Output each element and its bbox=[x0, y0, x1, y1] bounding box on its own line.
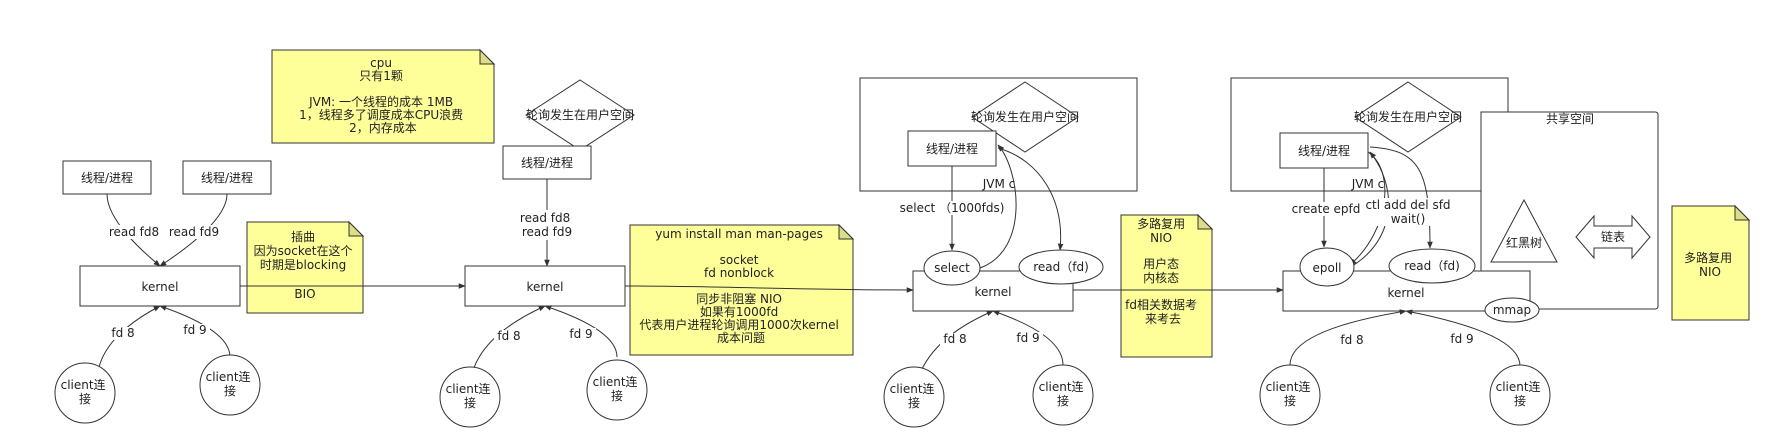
poll-diamond: 轮询发生在用户空间 bbox=[525, 79, 635, 151]
client-a[interactable]: client连 接 bbox=[439, 366, 501, 428]
read-label-b: read fd9 bbox=[169, 225, 219, 239]
stage3-select: JVM c 轮询发生在用户空间 线程/进程 kernel select （100… bbox=[859, 77, 1284, 428]
fd-label-b: fd 9 bbox=[569, 327, 592, 341]
wait-label: wait() bbox=[1391, 212, 1426, 226]
select-node[interactable]: select bbox=[923, 250, 981, 286]
fd-label-a: fd 8 bbox=[943, 332, 966, 346]
ctl-label: ctl add del sfd bbox=[1365, 198, 1450, 212]
thread-label: 线程/进程 bbox=[81, 170, 133, 185]
kernel-label: kernel bbox=[142, 280, 179, 294]
thread-label: 线程/进程 bbox=[1298, 143, 1350, 158]
multiplex-note: 多路复用 NIO 用户态 内核态 fd相关数据考 来考去 bbox=[1120, 213, 1214, 358]
cpu-note-line: 2，内存成本 bbox=[349, 121, 417, 135]
kernel-label: kernel bbox=[1388, 286, 1425, 300]
client-b[interactable]: client连 接 bbox=[199, 354, 261, 416]
poll-label: 轮询发生在用户空间 bbox=[1354, 109, 1462, 124]
fd-label-b: fd 9 bbox=[1450, 332, 1473, 346]
read-label: read（fd) bbox=[1033, 260, 1089, 274]
mmap-node: mmap bbox=[1484, 297, 1540, 323]
client-a[interactable]: client连 接 bbox=[883, 366, 945, 428]
kernel-label: kernel bbox=[975, 285, 1012, 299]
epoll-label: epoll bbox=[1312, 261, 1341, 275]
client-a[interactable]: client连 接 bbox=[1259, 364, 1321, 426]
thread-label: 线程/进程 bbox=[926, 141, 978, 156]
shared-space-title: 共享空间 bbox=[1546, 111, 1594, 126]
client-b[interactable]: client连 接 bbox=[586, 359, 648, 421]
nio-note: yum install man man-pages socket fd nonb… bbox=[629, 223, 855, 356]
kernel-label: kernel bbox=[527, 280, 564, 294]
select-call-label: select （1000fds) bbox=[900, 201, 1005, 215]
thread-label: 线程/进程 bbox=[521, 155, 573, 170]
client-b[interactable]: client连 接 bbox=[1489, 364, 1551, 426]
thread-label: 线程/进程 bbox=[201, 170, 253, 185]
read-label-a: read fd8 bbox=[109, 225, 159, 239]
stage2-nio: 轮询发生在用户空间 线程/进程 read fd8 read fd9 kernel… bbox=[439, 79, 914, 428]
stage1-bio: cpu 只有1颗 JVM: 一个线程的成本 1MB 1，线程多了调度成本CPU浪… bbox=[54, 48, 496, 424]
thread-box-b[interactable]: 线程/进程 bbox=[182, 160, 272, 195]
poll-label: 轮询发生在用户空间 bbox=[971, 109, 1079, 124]
fd-label-b: fd 9 bbox=[1016, 331, 1039, 345]
fd-label-a: fd 8 bbox=[111, 326, 134, 340]
read-node[interactable]: read（fd) bbox=[1018, 249, 1104, 285]
select-label: select bbox=[934, 261, 970, 275]
cpu-note: cpu 只有1颗 JVM: 一个线程的成本 1MB 1，线程多了调度成本CPU浪… bbox=[271, 48, 496, 144]
mmap-label: mmap bbox=[1493, 303, 1531, 317]
client-b[interactable]: client连 接 bbox=[1032, 364, 1094, 426]
cpu-note-line: JVM: 一个线程的成本 1MB bbox=[308, 94, 453, 109]
read-labels: read fd8 read fd9 bbox=[520, 211, 574, 239]
jvm-process-box bbox=[1230, 77, 1509, 192]
read-node[interactable]: read（fd) bbox=[1388, 248, 1476, 284]
rbtree-label: 红黑树 bbox=[1506, 235, 1542, 250]
nio-evolution-diagram: cpu 只有1颗 JVM: 一个线程的成本 1MB 1，线程多了调度成本CPU浪… bbox=[54, 48, 1751, 428]
multiplex-note: 多路复用 NIO bbox=[1671, 204, 1751, 321]
linked-list-label: 链表 bbox=[1601, 229, 1625, 244]
cpu-note-line: 只有1颗 bbox=[359, 69, 403, 83]
bio-note: 插曲 因为socket在这个 时期是blocking BIO bbox=[246, 220, 365, 314]
client-a[interactable]: client连 接 bbox=[54, 362, 116, 424]
read-label: read（fd) bbox=[1404, 259, 1460, 273]
jvm-label: JVM c bbox=[1351, 177, 1385, 191]
thread-box[interactable]: 线程/进程 bbox=[1279, 132, 1369, 169]
create-epfd-label: create epfd bbox=[1292, 202, 1361, 216]
cpu-note-line: cpu bbox=[370, 56, 392, 70]
epoll-node[interactable]: epoll bbox=[1299, 247, 1355, 287]
cpu-note-line: 1，线程多了调度成本CPU浪费 bbox=[299, 107, 463, 122]
thread-box[interactable]: 线程/进程 bbox=[502, 145, 592, 180]
kernel-box[interactable]: kernel bbox=[79, 265, 241, 307]
stage4-epoll: 共享空间 JVM c 轮询发生在用户空间 线程/进程 kernel create… bbox=[1230, 77, 1751, 426]
jvm-label: JVM c bbox=[982, 177, 1016, 191]
poll-label: 轮询发生在用户空间 bbox=[526, 107, 634, 122]
kernel-box[interactable]: kernel bbox=[464, 265, 626, 307]
thread-box-a[interactable]: 线程/进程 bbox=[62, 160, 152, 195]
thread-box[interactable]: 线程/进程 bbox=[907, 130, 997, 167]
fd-label-a: fd 8 bbox=[1340, 333, 1363, 347]
fd-label-b: fd 9 bbox=[183, 323, 206, 337]
fd-label-a: fd 8 bbox=[497, 329, 520, 343]
